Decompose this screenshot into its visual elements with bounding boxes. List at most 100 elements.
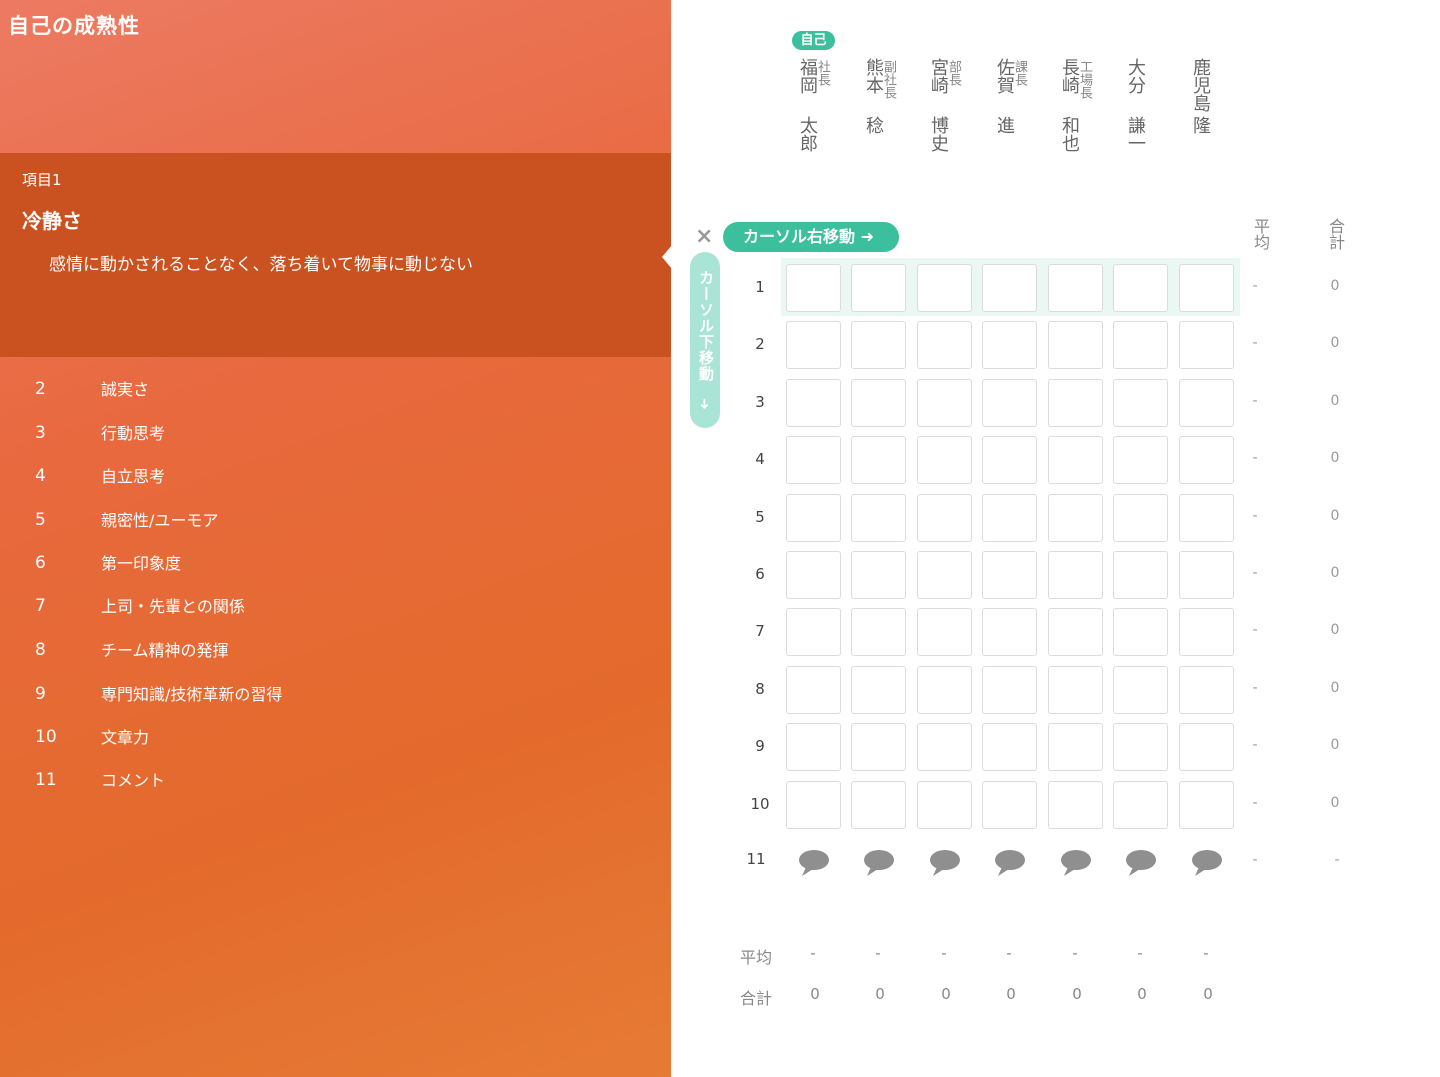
score-cell[interactable] [1179,723,1234,772]
score-cell[interactable] [1113,551,1168,599]
score-cell[interactable] [786,321,841,370]
score-cell[interactable] [851,551,906,599]
score-cell[interactable] [1048,264,1103,312]
score-cell[interactable] [786,264,841,312]
score-cell[interactable] [786,551,841,599]
score-cell[interactable] [786,608,841,657]
score-cell[interactable] [851,436,906,485]
nav-item-9[interactable]: 9 専門知識/技術革新の習得 [0,676,671,716]
score-cell[interactable] [1179,264,1234,312]
nav-item-5[interactable]: 5 親密性/ユーモア [0,502,671,542]
score-cell[interactable] [1048,493,1103,542]
nav-item-10[interactable]: 10 文章力 [0,719,671,759]
comment-bubble-icon[interactable] [1059,848,1093,878]
score-cell[interactable] [917,264,972,312]
score-cell[interactable] [1113,493,1168,542]
score-cell[interactable] [786,436,841,485]
score-cell[interactable] [982,551,1037,599]
score-cell[interactable] [1048,780,1103,829]
score-cell[interactable] [1048,723,1103,772]
score-cell[interactable] [917,378,972,427]
score-cell[interactable] [1113,723,1168,772]
row-number: 7 [755,622,765,641]
comment-bubble-icon[interactable] [928,848,962,878]
score-cell[interactable] [1113,264,1168,312]
score-cell[interactable] [917,665,972,714]
score-cell[interactable] [1179,378,1234,427]
score-cell[interactable] [917,608,972,657]
score-cell[interactable] [982,436,1037,485]
nav-item-3[interactable]: 3 行動思考 [0,415,671,455]
comment-bubble-icon[interactable] [993,848,1027,878]
score-cell[interactable] [982,493,1037,542]
score-cell[interactable] [917,723,972,772]
score-cell[interactable] [786,723,841,772]
score-cell[interactable] [851,378,906,427]
score-cell[interactable] [1113,378,1168,427]
cursor-right-button[interactable]: カーソル右移動 ➜ [723,222,899,252]
nav-item-number: 9 [35,684,46,704]
score-cell[interactable] [1179,665,1234,714]
active-item-panel: 項目1 冷静さ 感情に動かされることなく、落ち着いて物事に動じない [0,153,672,357]
score-cell[interactable] [851,493,906,542]
score-cell[interactable] [917,321,972,370]
score-cell[interactable] [917,780,972,829]
row-average: - [1252,278,1258,294]
score-cell[interactable] [851,264,906,312]
score-cell[interactable] [1179,436,1234,485]
score-cell[interactable] [982,780,1037,829]
comment-bubble-icon[interactable] [862,848,896,878]
score-cell[interactable] [1179,321,1234,370]
column-average: - [1072,944,1078,962]
person-header: 長崎 工場長 和也 [1055,58,1111,168]
nav-item-number: 4 [35,466,46,486]
nav-item-7[interactable]: 7 上司・先輩との関係 [0,588,671,628]
score-cell[interactable] [982,608,1037,657]
score-cell[interactable] [982,321,1037,370]
person-header: 佐賀 課長進 [990,58,1046,168]
score-cell[interactable] [1048,436,1103,485]
cursor-down-button[interactable]: カーソル下移動 ➜ [690,252,720,428]
score-cell[interactable] [1113,665,1168,714]
comment-bubble-icon[interactable] [797,848,831,878]
score-cell[interactable] [1179,493,1234,542]
score-cell[interactable] [786,665,841,714]
score-cell[interactable] [1179,780,1234,829]
nav-item-6[interactable]: 6 第一印象度 [0,545,671,585]
score-cell[interactable] [851,780,906,829]
score-cell[interactable] [1113,608,1168,657]
comment-bubble-icon[interactable] [1190,848,1224,878]
score-cell[interactable] [1048,665,1103,714]
score-cell[interactable] [786,780,841,829]
nav-item-11[interactable]: 11 コメント [0,762,671,802]
score-cell[interactable] [1048,551,1103,599]
score-cell[interactable] [851,321,906,370]
person-given-name: 進 [994,116,1015,134]
comment-bubble-icon[interactable] [1124,848,1158,878]
score-cell[interactable] [1113,321,1168,370]
score-cell[interactable] [1113,780,1168,829]
score-cell[interactable] [982,665,1037,714]
score-cell[interactable] [917,493,972,542]
score-cell[interactable] [982,264,1037,312]
score-cell[interactable] [786,378,841,427]
score-cell[interactable] [851,608,906,657]
nav-item-8[interactable]: 8 チーム精神の発揮 [0,632,671,672]
score-cell[interactable] [917,436,972,485]
score-cell[interactable] [1048,321,1103,370]
score-cell[interactable] [851,723,906,772]
score-cell[interactable] [1179,608,1234,657]
score-cell[interactable] [917,551,972,599]
score-cell[interactable] [851,665,906,714]
score-cell[interactable] [982,723,1037,772]
close-icon[interactable]: × [695,224,713,249]
row-sum: 0 [1330,278,1340,294]
score-cell[interactable] [1048,378,1103,427]
nav-item-4[interactable]: 4 自立思考 [0,458,671,498]
nav-item-2[interactable]: 2 誠実さ [0,371,671,411]
score-cell[interactable] [1113,436,1168,485]
score-cell[interactable] [1048,608,1103,657]
score-cell[interactable] [982,378,1037,427]
score-cell[interactable] [1179,551,1234,599]
score-cell[interactable] [786,493,841,542]
